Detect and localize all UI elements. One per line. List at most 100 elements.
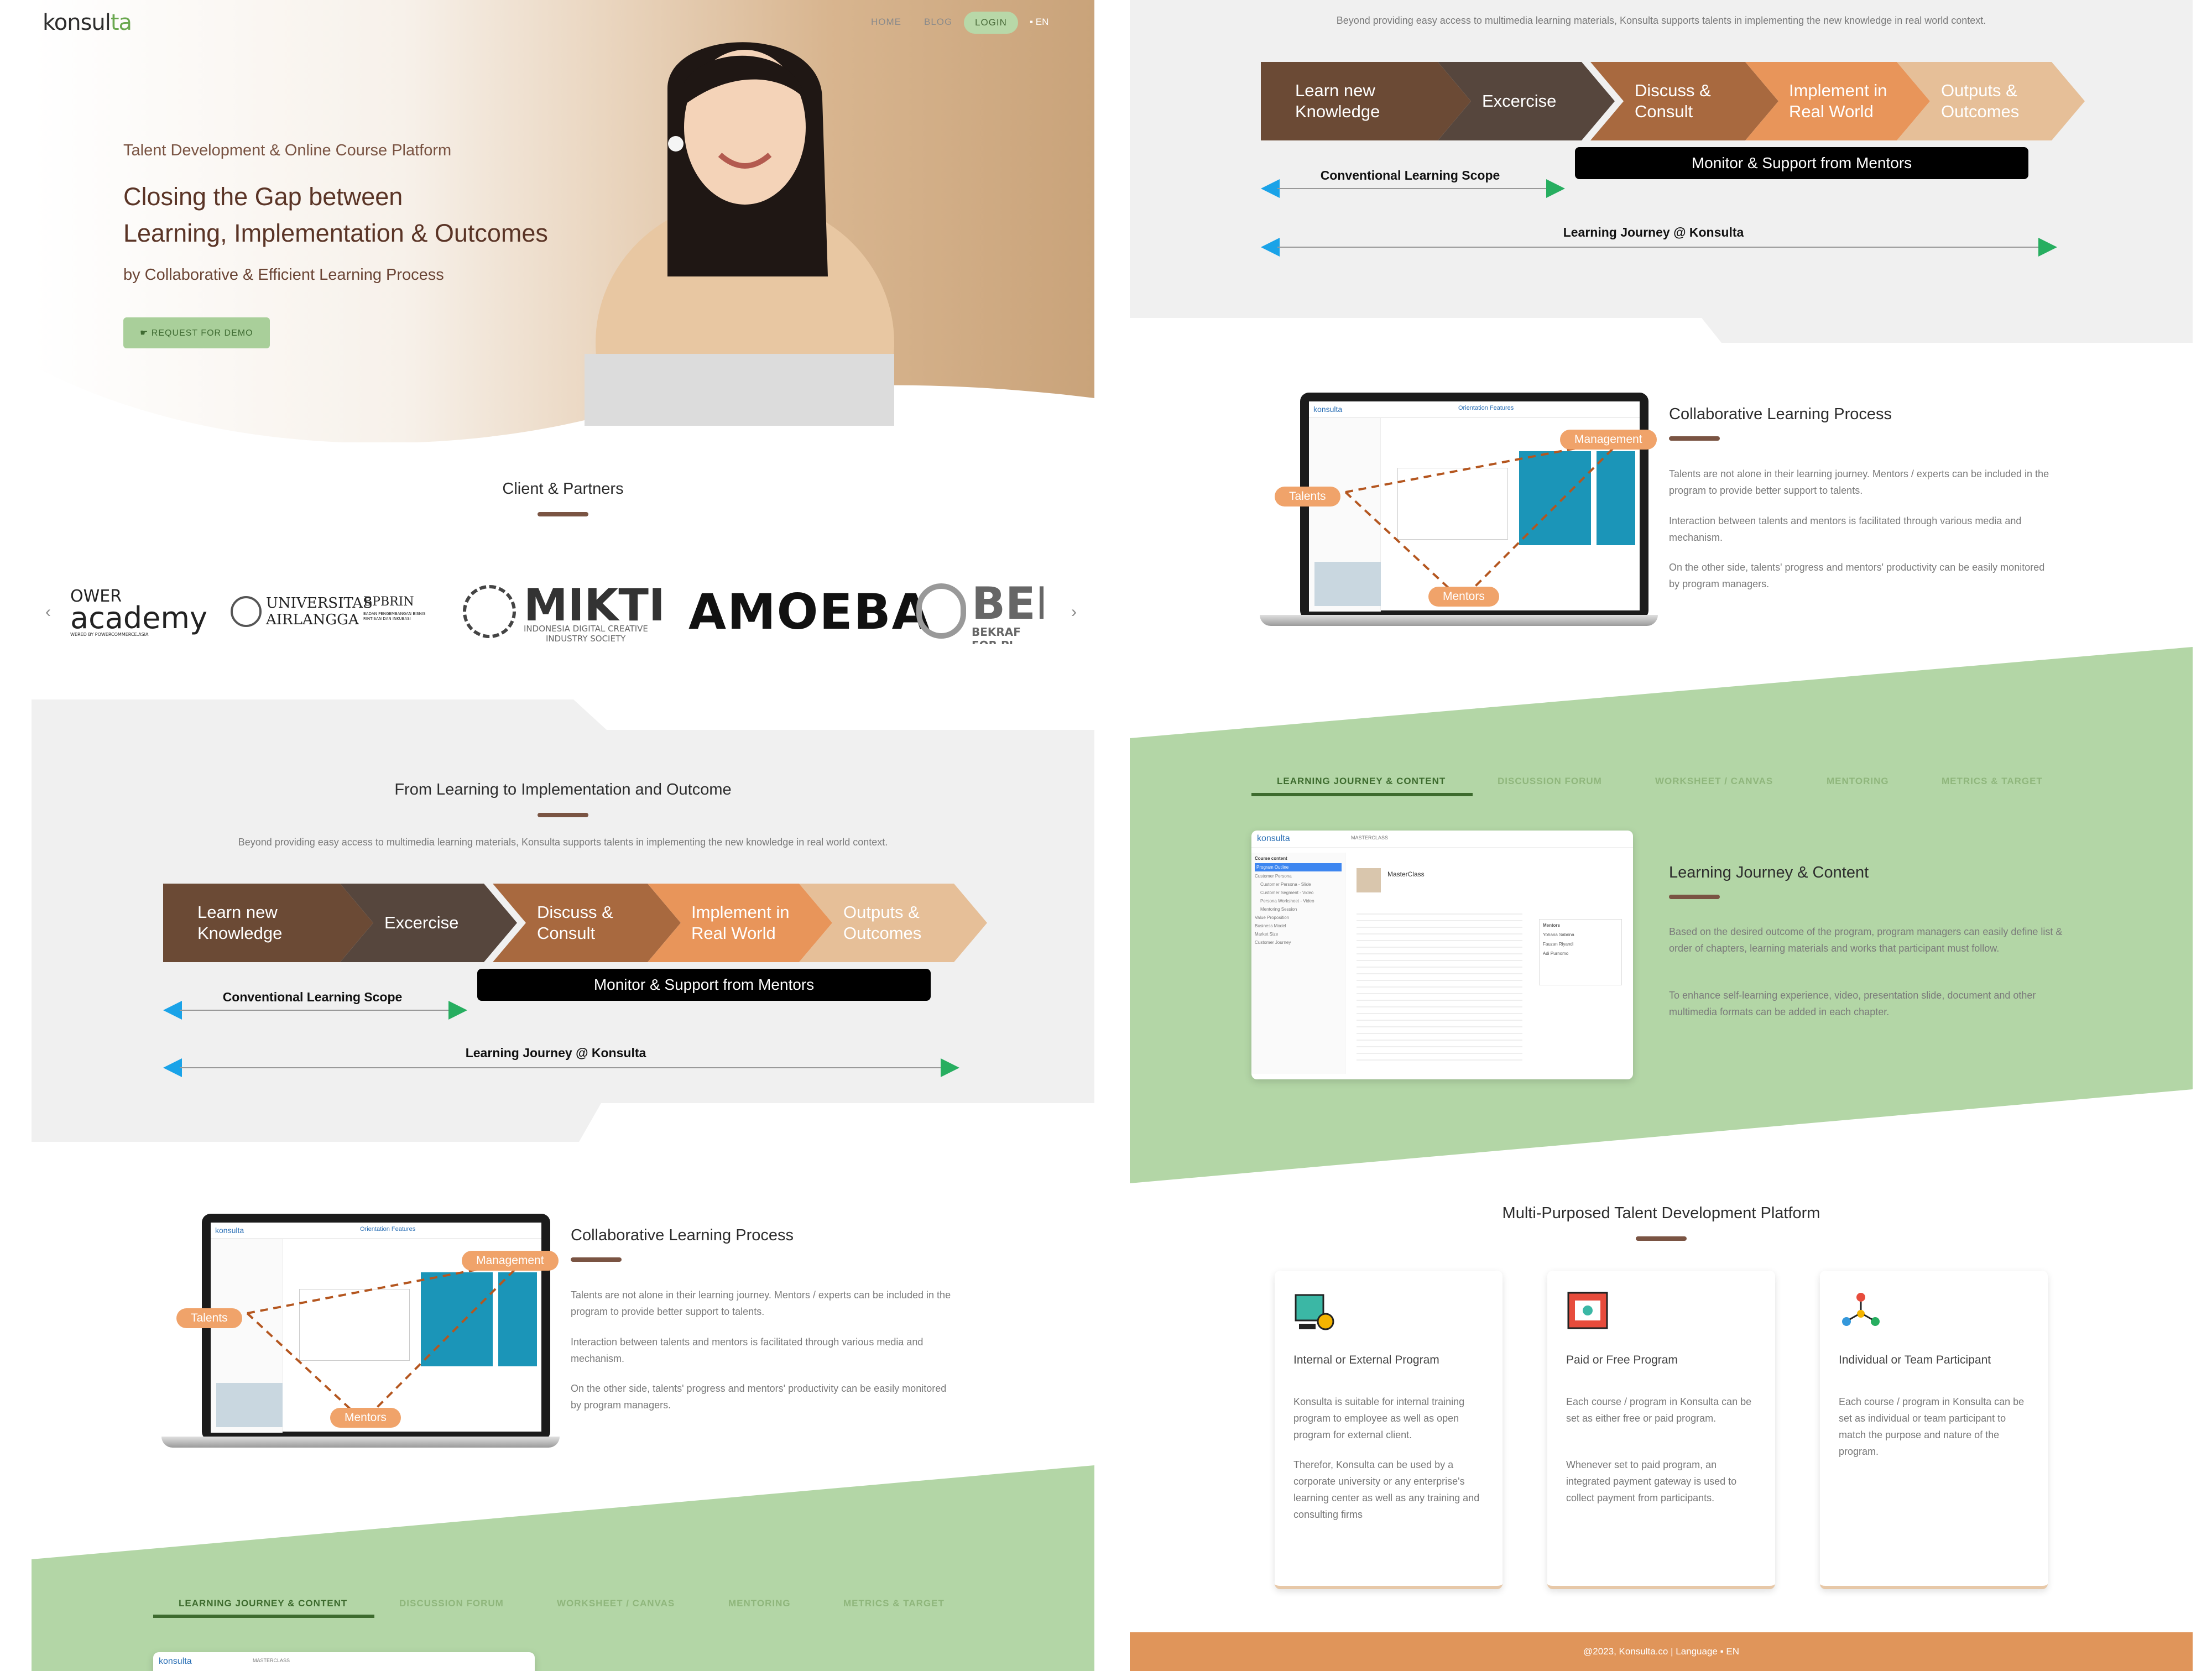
platform-underline [1636,1236,1687,1241]
collab-paragraph-2: Interaction between talents and mentors … [571,1336,924,1364]
course-thumbnail [1357,868,1381,892]
tab-worksheet-canvas[interactable]: WORKSHEET / CANVAS [1655,776,1773,787]
footer: @2023, Konsulta.co | Language ▪ EN [1130,1632,2193,1671]
hero-photo [585,42,894,426]
step-outcomes: Outputs & Outcomes [1941,81,2020,121]
carousel-prev-button[interactable]: ‹ [45,603,51,622]
partner-logo-bekraf[interactable]: BEKI BEKRAF FOR PI [916,578,1044,644]
step-exercise: Excercise [384,913,459,932]
tab-discussion-forum[interactable]: DISCUSSION FORUM [1498,776,1602,787]
arrow-right-icon [941,1058,959,1077]
logo[interactable]: konsulta [43,10,132,35]
scope-line [180,1010,456,1011]
arrow-left-icon [1261,238,1280,257]
arrow-right-icon [2038,238,2057,257]
laptop-base [161,1437,560,1448]
pill-mentors: Mentors [330,1408,401,1428]
lightbulb-icon [463,585,516,638]
page-left-column: konsulta HOME BLOG LOGIN ▪ EN Talent Dev… [32,0,1094,1671]
partner-logo-amoeba[interactable]: AMOEBA [688,583,931,640]
step-outcomes: Outputs & Outcomes [843,902,922,943]
pill-mentors: Mentors [1428,587,1499,607]
step-implement: Implement in Real World [691,902,790,943]
partner-logo-mikti[interactable]: MIKTI INDONESIA DIGITAL CREATIVE INDUSTR… [463,579,673,646]
pill-management: Management [462,1251,559,1271]
partner-logo-academy[interactable]: OWER academy WERED BY POWERCOMMERCE.ASIA [70,588,207,639]
learning-paragraph-2: To enhance self-learning experience, vid… [1669,990,2036,1017]
nav-login-button[interactable]: LOGIN [964,12,1018,34]
scope-label: Conventional Learning Scope [1320,168,1500,182]
collab-paragraph-3: On the other side, talents' progress and… [1669,562,2045,589]
arrow-right-icon [448,1001,467,1020]
journey-line [180,1067,948,1068]
tab-metrics-target[interactable]: METRICS & TARGET [843,1598,945,1609]
partner-logo-airlangga[interactable]: UNIVERSITAS AIRLANGGA BPBRIN BADAN PENGE… [231,592,441,630]
green-section-bg [32,1465,1094,1671]
card-internal-external: Internal or External Program Konsulta is… [1275,1271,1503,1589]
monitor-banner: Monitor & Support from Mentors [477,969,931,1001]
bekraf-mark-icon [916,583,966,639]
tab-discussion-forum[interactable]: DISCUSSION FORUM [399,1598,504,1609]
learning-title: Learning Journey & Content [1669,864,1869,881]
partners-title: Client & Partners [502,480,624,498]
laptop-base [1260,615,1658,626]
language-switch[interactable]: ▪ EN [1030,17,1048,28]
hero-subtitle: Talent Development & Online Course Platf… [123,142,452,159]
arrow-right-icon [1546,179,1565,198]
partners-underline [538,512,588,516]
card-paid-free: Paid or Free Program Each course / progr… [1547,1271,1775,1589]
journey-diagram-right: Learn new Knowledge Excercise Discuss & Co… [1261,62,2090,239]
request-demo-button[interactable]: ☛ REQUEST FOR DEMO [123,317,270,348]
journey-full-label: Learning Journey @ Konsulta [1563,225,1744,239]
tab-learning-journey[interactable]: LEARNING JOURNEY & CONTENT [179,1598,347,1609]
collab-title: Collaborative Learning Process [1669,405,1892,423]
course-content-lines [1357,908,1522,1063]
scope-label: Conventional Learning Scope [222,990,403,1004]
language-label: EN [1035,17,1049,27]
tab-mentoring[interactable]: MENTORING [728,1598,791,1609]
journey-title: From Learning to Implementation and Outc… [394,781,732,798]
footer-text: @2023, Konsulta.co | Language [1583,1646,1718,1657]
tab-mentoring[interactable]: MENTORING [1827,776,1889,787]
demo-label: REQUEST FOR DEMO [151,328,253,338]
arrow-left-icon [163,1001,182,1020]
collab-paragraph-3: On the other side, talents' progress and… [571,1383,947,1411]
pill-talents: Talents [176,1308,242,1328]
seal-icon [231,596,262,627]
collab-underline [571,1257,622,1262]
tab-metrics-target[interactable]: METRICS & TARGET [1942,776,2043,787]
carousel-next-button[interactable]: › [1071,603,1077,622]
collab-title: Collaborative Learning Process [571,1226,794,1244]
mentors-panel: Mentors Yohana Sabrina Fauzan Riyandi Ad… [1539,919,1622,985]
arrow-left-icon [1261,179,1280,198]
collab-paragraph-1: Talents are not alone in their learning … [571,1289,951,1317]
tab-worksheet-canvas[interactable]: WORKSHEET / CANVAS [557,1598,675,1609]
journey-full-label: Learning Journey @ Konsulta [465,1046,646,1060]
collab-connectors [1344,438,1623,601]
hero-title-line1: Closing the Gap between [123,182,403,211]
pill-talents: Talents [1275,487,1340,506]
monitor-banner: Monitor & Support from Mentors [1575,147,2028,179]
learning-underline [1669,895,1720,899]
tab-active-underline [1251,793,1473,796]
nav-blog[interactable]: BLOG [924,17,952,28]
tab-active-underline [153,1615,374,1618]
team-icon [1842,1293,1880,1326]
collab-paragraph-1: Talents are not alone in their learning … [1669,468,2049,496]
page-right-column: Beyond providing easy access to multimed… [1130,0,2193,1671]
demo-icon: ☛ [140,328,152,338]
footer-language-switch[interactable]: ▪ EN [1720,1646,1739,1657]
learning-paragraph-1: Based on the desired outcome of the prog… [1669,926,2063,954]
arrow-left-icon [163,1058,182,1077]
step-implement: Implement in Real World [1789,81,1887,121]
learning-app-preview: konsulta MASTERCLASS Course content Prog… [1251,831,1633,1079]
app-menu-active: Program Outline [1255,863,1342,871]
pill-management: Management [1560,430,1657,450]
step-discuss: Discuss & Consult [537,902,613,943]
tab-learning-journey[interactable]: LEARNING JOURNEY & CONTENT [1277,776,1446,787]
platform-title: Multi-Purposed Talent Development Platfo… [1502,1204,1820,1222]
hero-byline: by Collaborative & Efficient Learning Pr… [123,266,444,284]
journey-description-2: Beyond providing easy access to multimed… [1336,15,1986,26]
nav-home[interactable]: HOME [871,17,901,28]
program-settings-icon [1295,1294,1334,1330]
